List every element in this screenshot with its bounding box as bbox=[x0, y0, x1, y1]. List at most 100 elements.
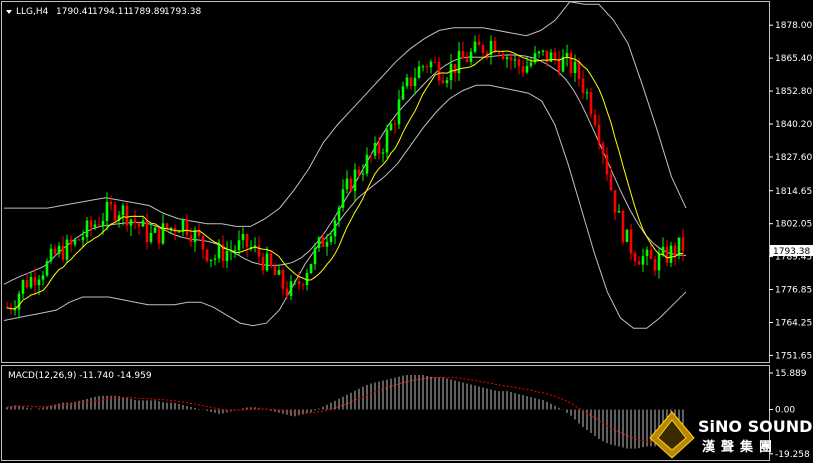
moving-average bbox=[6, 50, 684, 310]
price-tick-label: 1751.65 bbox=[775, 351, 812, 361]
high-value: 1794.11 bbox=[92, 7, 129, 17]
candle-body bbox=[513, 59, 517, 61]
candle-body bbox=[217, 244, 221, 259]
candle-body bbox=[161, 223, 165, 244]
candle-body bbox=[633, 253, 637, 262]
low-value: 1789.89 bbox=[128, 7, 165, 17]
candle-body bbox=[269, 253, 273, 267]
candle-body bbox=[17, 293, 21, 310]
candle-body bbox=[473, 41, 477, 52]
candle-body bbox=[573, 61, 577, 73]
candle-body bbox=[189, 235, 193, 243]
candle-body bbox=[89, 220, 93, 228]
candle-body bbox=[625, 229, 629, 243]
candle-body bbox=[601, 143, 605, 155]
bollinger-upper-line bbox=[4, 1, 687, 227]
candle-body bbox=[345, 178, 349, 190]
macd-signal bbox=[6, 376, 683, 445]
bollinger-bands bbox=[3, 1, 687, 329]
candle-body bbox=[641, 256, 645, 265]
candle-body bbox=[525, 65, 529, 73]
candle-body bbox=[501, 53, 505, 60]
macd-tick-label: -19.258 bbox=[775, 450, 810, 460]
candle-body bbox=[581, 78, 585, 94]
candle-body bbox=[65, 239, 69, 260]
candle-body bbox=[33, 277, 37, 286]
price-tick-label: 1814.65 bbox=[775, 187, 812, 197]
candle-body bbox=[661, 246, 665, 255]
candle-body bbox=[593, 114, 597, 125]
candle-body bbox=[225, 250, 229, 262]
candle-body bbox=[313, 247, 317, 265]
candle-body bbox=[105, 201, 109, 222]
candle-body bbox=[317, 237, 321, 248]
candle-body bbox=[25, 280, 29, 288]
candle-body bbox=[109, 201, 113, 205]
candle-body bbox=[505, 57, 509, 60]
candle-body bbox=[69, 239, 73, 245]
candle-body bbox=[333, 220, 337, 237]
chart-canvas: 1878.00 1865.40 1852.80 1840.20 1827.60 1814.… bbox=[1, 1, 813, 461]
candle-body bbox=[337, 207, 341, 221]
candle-body bbox=[277, 269, 281, 275]
candle-body bbox=[461, 51, 465, 59]
candle-body bbox=[517, 59, 521, 67]
candles bbox=[5, 34, 685, 318]
candle-body bbox=[285, 288, 289, 296]
candle-body bbox=[409, 77, 413, 87]
price-tick-label: 1776.85 bbox=[775, 286, 812, 296]
candle-body bbox=[321, 237, 325, 247]
candle-body bbox=[465, 58, 469, 62]
candle-body bbox=[265, 253, 269, 271]
candle-body bbox=[157, 227, 161, 244]
candle-body bbox=[281, 269, 285, 289]
candle-body bbox=[57, 245, 61, 254]
candle-body bbox=[273, 266, 277, 275]
macd-tick-label: 0.00 bbox=[775, 406, 795, 416]
candle-body bbox=[557, 59, 561, 72]
candle-body bbox=[121, 205, 125, 216]
candle-body bbox=[389, 123, 393, 131]
candle-body bbox=[429, 61, 433, 68]
candle-body bbox=[185, 219, 189, 236]
candle-body bbox=[597, 124, 601, 144]
candle-body bbox=[509, 57, 513, 61]
candle-body bbox=[453, 63, 457, 74]
dropdown-arrow-icon[interactable] bbox=[6, 10, 12, 14]
candle-body bbox=[77, 239, 81, 241]
candle-body bbox=[97, 224, 101, 226]
candle-body bbox=[589, 92, 593, 115]
candle-body bbox=[113, 204, 117, 221]
candle-body bbox=[621, 211, 625, 243]
candle-body bbox=[245, 234, 249, 248]
candle-body bbox=[445, 80, 449, 83]
candle-body bbox=[609, 174, 613, 191]
candle-body bbox=[381, 152, 385, 154]
candle-body bbox=[237, 240, 241, 251]
candle-body bbox=[481, 45, 485, 53]
candle-body bbox=[477, 41, 481, 46]
price-tick-label: 1764.25 bbox=[775, 318, 812, 328]
candle-body bbox=[125, 205, 129, 226]
ma-line bbox=[6, 50, 684, 310]
candle-body bbox=[353, 169, 357, 192]
candle-body bbox=[289, 281, 293, 296]
candle-body bbox=[397, 99, 401, 125]
candle-body bbox=[37, 279, 41, 286]
current-price-label: 1793.38 bbox=[773, 247, 810, 257]
symbol-label: LLG,H4 bbox=[16, 7, 49, 17]
candle-body bbox=[385, 130, 389, 153]
candle-body bbox=[529, 62, 533, 66]
price-tick-label: 1827.60 bbox=[775, 153, 812, 163]
candle-body bbox=[141, 220, 145, 227]
candle-body bbox=[457, 51, 461, 74]
candle-body bbox=[565, 53, 569, 57]
candle-body bbox=[469, 51, 473, 62]
candle-body bbox=[585, 92, 589, 94]
candle-body bbox=[325, 241, 329, 247]
open-value: 1790.41 bbox=[56, 7, 93, 17]
close-value: 1793.38 bbox=[164, 7, 201, 17]
candle-body bbox=[673, 245, 677, 256]
candle-body bbox=[129, 219, 133, 226]
candle-body bbox=[257, 245, 261, 257]
